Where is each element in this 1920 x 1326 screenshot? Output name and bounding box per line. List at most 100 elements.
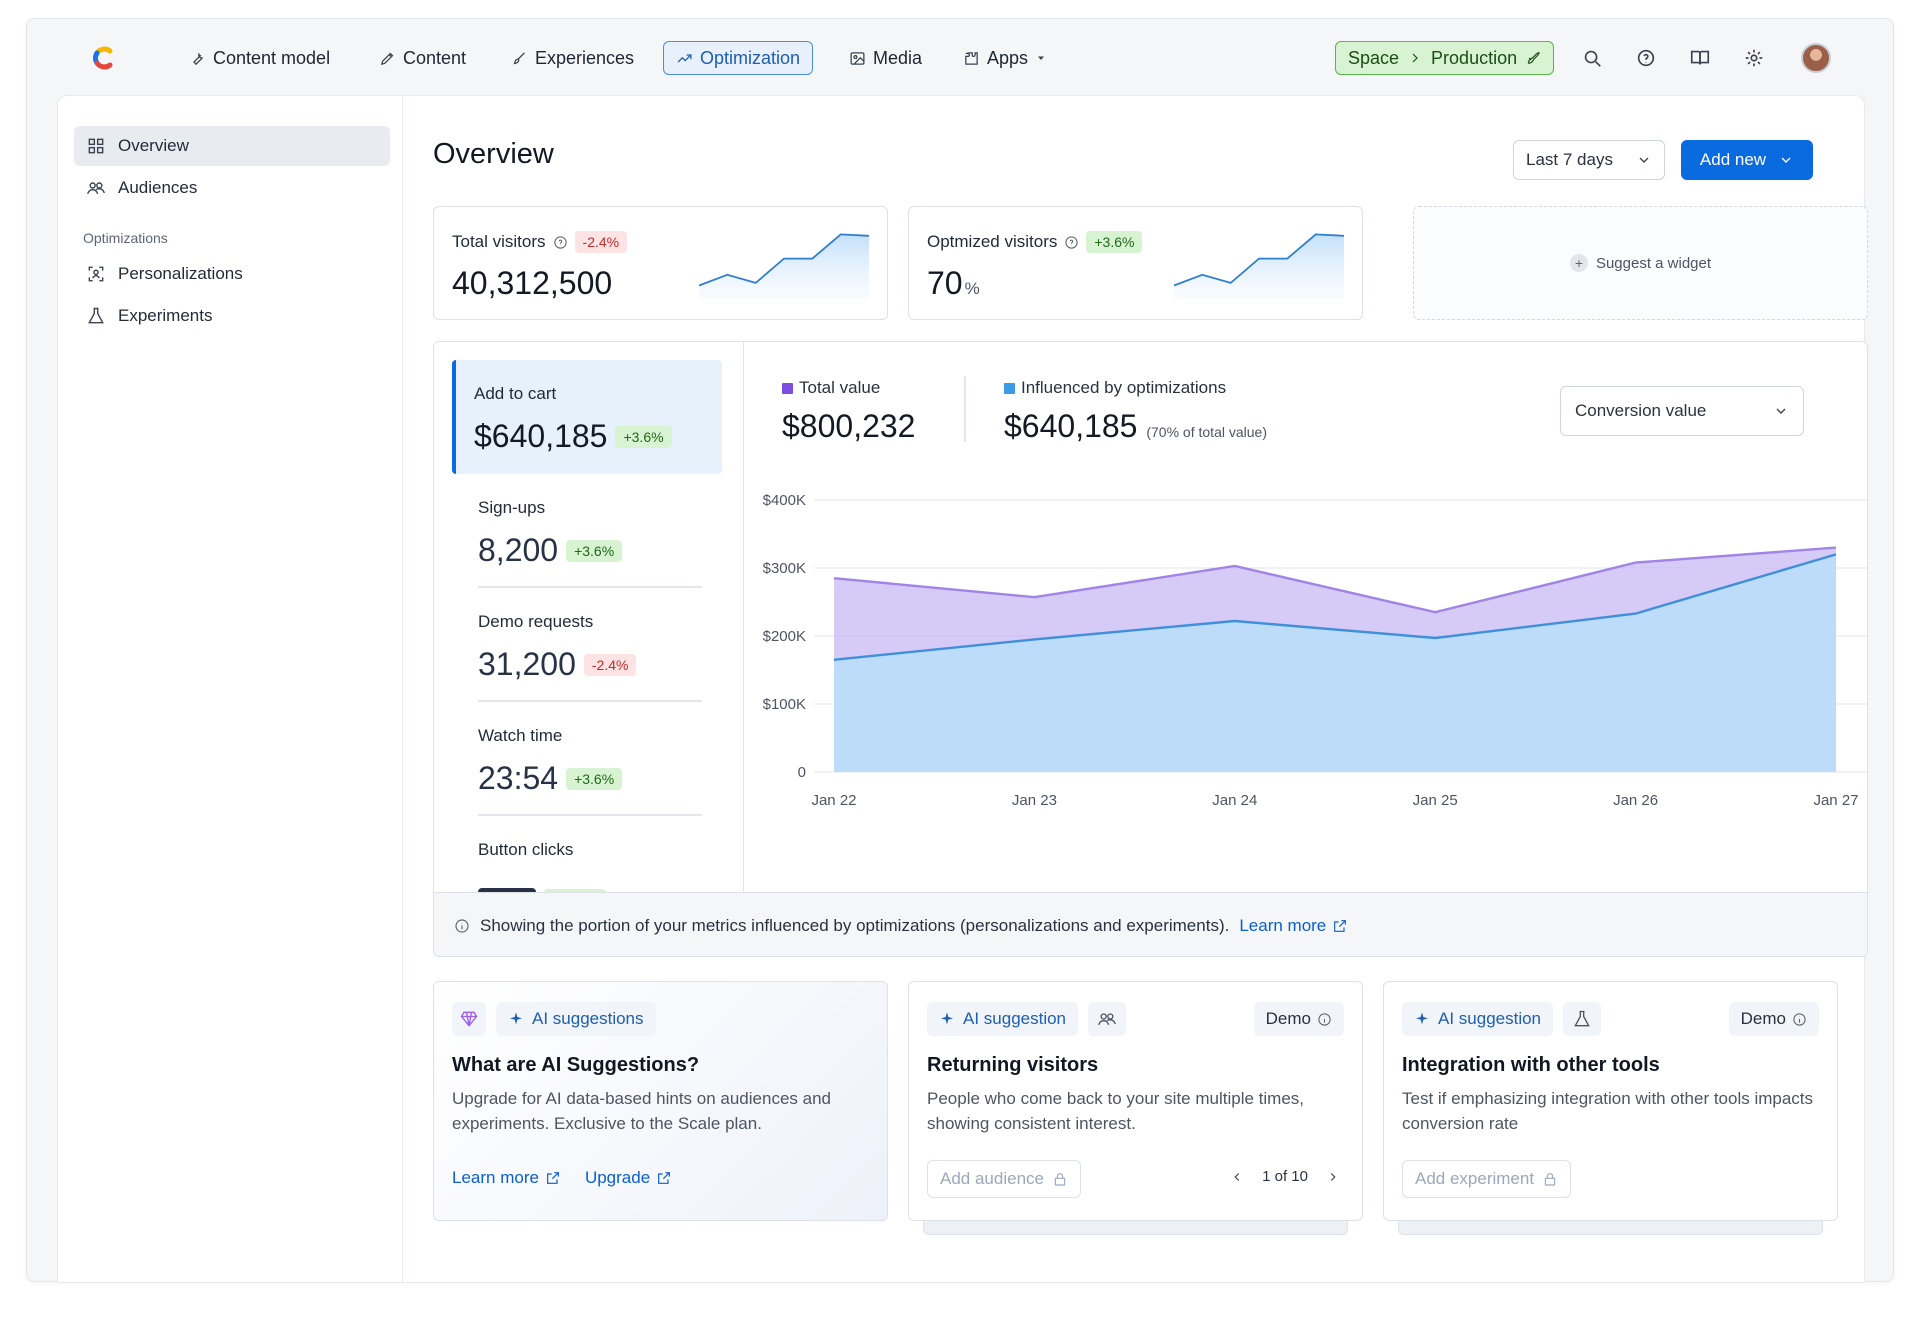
legend-influenced-row: $640,185 (70% of total value) (1004, 408, 1267, 445)
top-navigation: Content model Content Experiences Optimi… (27, 19, 1893, 95)
card-stack-shadow (923, 1221, 1348, 1235)
help-icon[interactable] (553, 235, 568, 250)
suggest-widget-button[interactable]: + Suggest a widget (1413, 206, 1868, 320)
metric-button-clicks[interactable]: Button clicks (478, 840, 702, 892)
demo-badge: Demo (1253, 1002, 1344, 1036)
metric-label: Demo requests (478, 612, 594, 631)
nav-media[interactable]: Media (837, 41, 934, 75)
book-icon[interactable] (1689, 47, 1711, 69)
nav-experiences[interactable]: Experiences (499, 41, 646, 75)
external-link-icon (658, 1172, 671, 1184)
divider (478, 814, 702, 816)
sparkle-icon (941, 1012, 953, 1025)
plus-icon: + (1569, 254, 1588, 272)
kpi-card-optimized-visitors: Optmized visitors +3.6% 70% (908, 206, 1363, 320)
trend-icon (677, 53, 692, 62)
nav-label: Experiences (535, 47, 635, 68)
card-description: Upgrade for AI data-based hints on audie… (452, 1089, 831, 1133)
ai-suggestions-upsell-card: AI suggestions What are AI Suggestions? … (433, 981, 888, 1221)
metric-value-row (478, 874, 702, 892)
y-tick-label: $200K (763, 628, 806, 645)
metric-sign-ups[interactable]: Sign-ups 8,200 +3.6% (478, 498, 702, 569)
sidebar-item-label: Experiments (118, 306, 213, 325)
metric-value: 31,200 (478, 646, 576, 682)
metric-type-value: Conversion value (1575, 401, 1707, 420)
kpi-value: 70% (927, 265, 980, 302)
y-tick-label: $100K (763, 696, 806, 713)
sidebar-item-overview[interactable]: Overview (74, 126, 390, 166)
card-title: Integration with other tools (1402, 1054, 1660, 1076)
legend-influenced-value: $640,185 (1004, 408, 1138, 444)
sidebar-item-label: Overview (118, 136, 189, 155)
add-audience-button[interactable]: Add audience (927, 1160, 1081, 1198)
sidebar-item-experiments[interactable]: Experiments (74, 296, 390, 336)
metric-add-to-cart[interactable]: Add to cart $640,185 +3.6% (474, 384, 698, 455)
add-experiment-button[interactable]: Add experiment (1402, 1160, 1572, 1198)
flask-icon (88, 307, 104, 324)
caret-down-icon (1038, 56, 1045, 60)
environment-label: Production (1431, 47, 1518, 68)
external-link-icon (547, 1172, 559, 1184)
help-icon[interactable] (1064, 235, 1079, 250)
date-range-select[interactable]: Last 7 days (1513, 140, 1665, 180)
card-header-pills: AI suggestion (927, 1002, 1127, 1036)
x-tick-label: Jan 23 (1012, 792, 1057, 809)
environment-switcher[interactable]: Space Production (1335, 41, 1555, 75)
app-window: Content model Content Experiences Optimi… (26, 18, 1894, 1283)
nav-content-model[interactable]: Content model (177, 41, 342, 75)
pagination: 1 of 10 (1230, 1168, 1340, 1185)
gear-icon[interactable] (1743, 47, 1765, 69)
metric-value-row: 31,200 -2.4% (478, 646, 702, 683)
upgrade-link[interactable]: Upgrade (585, 1168, 672, 1188)
chevron-left-icon[interactable] (1230, 1170, 1244, 1184)
search-icon[interactable] (1581, 47, 1603, 69)
link-label: Learn more (1239, 915, 1327, 935)
chevron-right-icon[interactable] (1326, 1170, 1340, 1184)
nav-optimization[interactable]: Optimization (663, 41, 814, 75)
pill-label: AI suggestion (963, 1009, 1067, 1028)
sidebar-section-title: Optimizations (83, 230, 168, 246)
lock-icon (1544, 1173, 1556, 1186)
legend-influenced-label: Influenced by optimizations (1021, 378, 1227, 397)
metric-type-select[interactable]: Conversion value (1560, 386, 1804, 436)
metric-value-row: 23:54 +3.6% (478, 760, 702, 797)
ai-suggestions-pill: AI suggestions (496, 1002, 656, 1036)
sparkline-chart (699, 233, 869, 299)
nav-content[interactable]: Content (367, 41, 478, 75)
sidebar-item-label: Personalizations (118, 264, 243, 283)
metric-label: Watch time (478, 726, 563, 745)
info-bar: Showing the portion of your metrics infl… (434, 892, 1867, 956)
page-title: Overview (433, 138, 554, 170)
metric-label: Button clicks (478, 840, 574, 859)
metric-label: Sign-ups (478, 498, 546, 517)
suggest-widget-label: Suggest a widget (1595, 254, 1712, 272)
learn-more-link[interactable]: Learn more (1239, 916, 1348, 936)
info-text: Showing the portion of your metrics infl… (480, 915, 1230, 935)
card-title: What are AI Suggestions? (452, 1054, 700, 1076)
kpi-label: Optmized visitors +3.6% (927, 231, 1143, 253)
legend-total-label: Total value (799, 378, 881, 397)
sidebar-item-audiences[interactable]: Audiences (74, 168, 390, 208)
legend-influenced: Influenced by optimizations $640,185 (70… (1004, 378, 1267, 445)
sparkline-area (1174, 234, 1344, 299)
metric-watch-time[interactable]: Watch time 23:54 +3.6% (478, 726, 702, 797)
suggestion-card-returning-visitors: AI suggestion Demo Returning visitors Pe… (908, 981, 1363, 1221)
kpi-card-total-visitors: Total visitors -2.4% 40,312,500 (433, 206, 888, 320)
sidebar-item-personalizations[interactable]: Personalizations (74, 254, 390, 294)
space-label: Space (1348, 47, 1400, 68)
help-icon[interactable] (1635, 47, 1657, 69)
add-new-button[interactable]: Add new (1681, 140, 1813, 180)
nav-label: Content (403, 47, 467, 68)
metric-demo-requests[interactable]: Demo requests 31,200 -2.4% (478, 612, 702, 683)
kpi-title: Total visitors (452, 232, 546, 251)
demo-label: Demo (1265, 1009, 1311, 1028)
card-header-pills: AI suggestion (1402, 1002, 1602, 1036)
legend-label: Total value (782, 378, 915, 398)
app-logo[interactable] (89, 43, 119, 73)
avatar[interactable] (1801, 43, 1831, 73)
learn-more-link[interactable]: Learn more (452, 1168, 561, 1188)
sidebar-item-label: Audiences (118, 178, 198, 197)
chevron-right-icon (1412, 53, 1418, 63)
card-description: People who come back to your site multip… (927, 1089, 1305, 1133)
nav-apps[interactable]: Apps (951, 41, 1059, 75)
